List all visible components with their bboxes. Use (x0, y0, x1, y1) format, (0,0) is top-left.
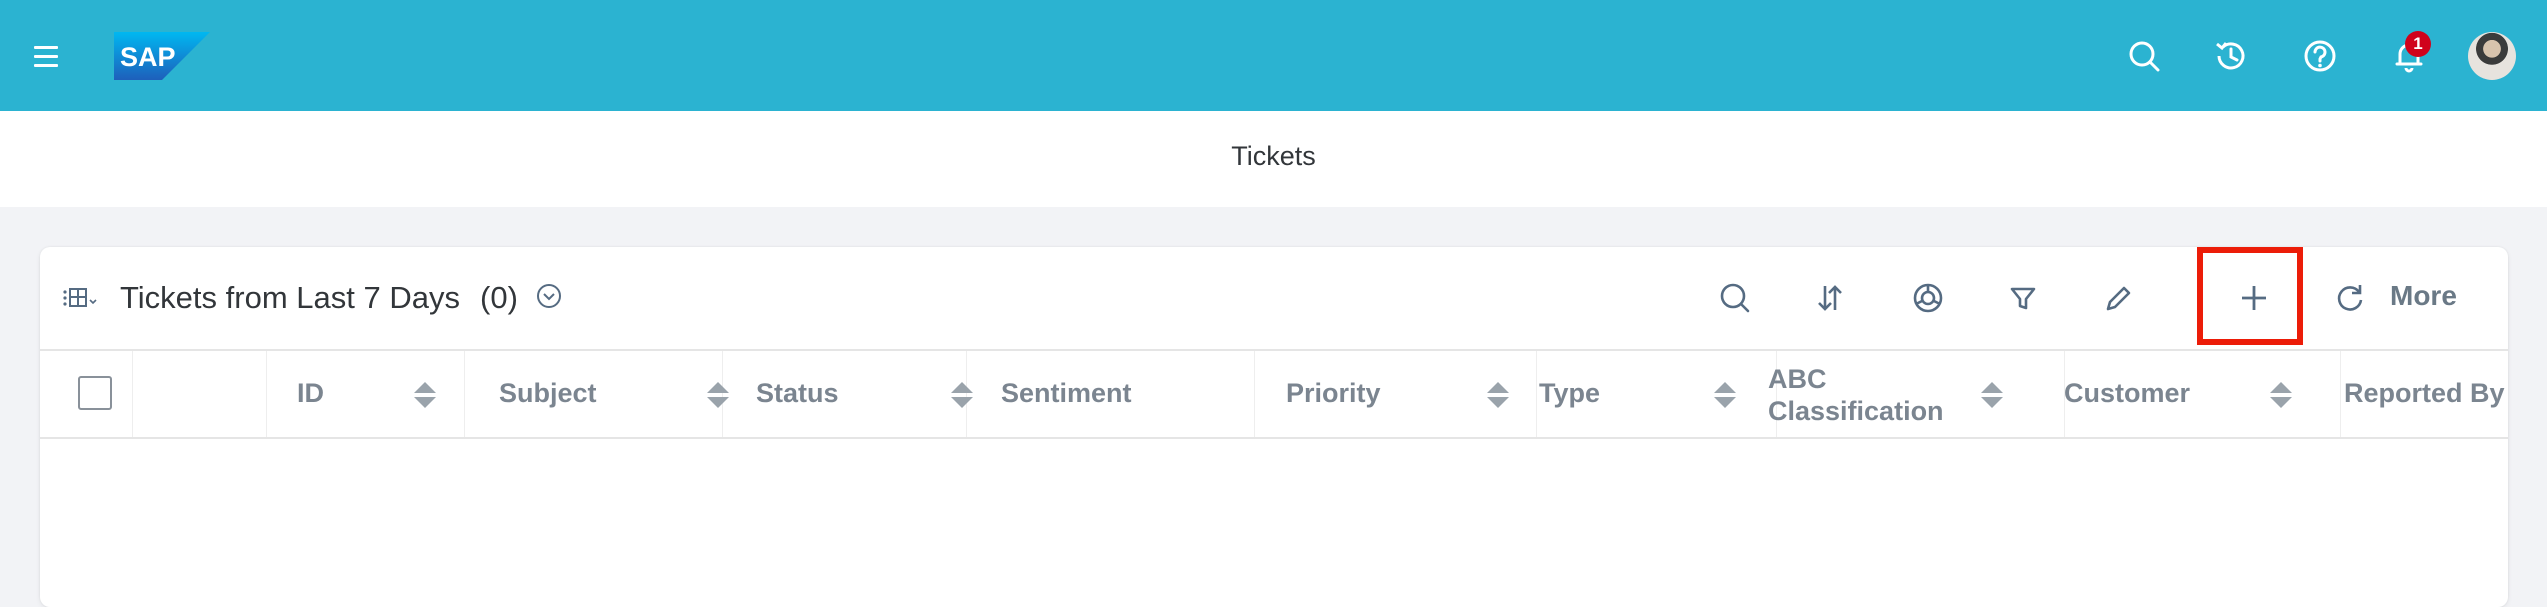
refresh-button[interactable] (2328, 276, 2372, 320)
refresh-icon (2337, 285, 2363, 311)
shell-bar: SAP 1 (0, 0, 2547, 111)
sort-icon (951, 382, 973, 408)
table-title: Tickets from Last 7 Days (120, 280, 460, 315)
sort-icon (2270, 382, 2292, 408)
column-header-subject[interactable]: Subject (499, 351, 739, 437)
sort-button[interactable] (1808, 276, 1852, 320)
column-separator (2340, 351, 2341, 437)
filter-button[interactable] (2001, 276, 2045, 320)
group-button[interactable] (1906, 276, 1950, 320)
help-icon[interactable] (2300, 36, 2340, 76)
edit-button[interactable] (2095, 276, 2139, 320)
table-header-row: ID Subject Status Sentiment Priority Typ… (40, 351, 2508, 439)
page-header: Tickets (0, 111, 2547, 207)
sort-icon (707, 382, 729, 408)
sap-logo[interactable]: SAP (114, 32, 210, 80)
column-header-priority[interactable]: Priority (1286, 351, 1526, 437)
column-separator (132, 351, 133, 437)
pencil-icon (2106, 286, 2131, 311)
group-icon (1913, 283, 1943, 313)
sort-icon (1487, 382, 1509, 408)
column-label: Customer (2064, 378, 2191, 408)
table-toolbar: Tickets from Last 7 Days (0) More (40, 247, 2508, 351)
column-header-status[interactable]: Status (756, 351, 996, 437)
page-title: Tickets (1231, 141, 1316, 171)
column-label: Type (1539, 378, 1601, 408)
tickets-table-card: Tickets from Last 7 Days (0) More ID Sub… (40, 247, 2508, 607)
column-label: Sentiment (1001, 378, 1132, 408)
add-button-highlight-box (2197, 247, 2303, 345)
hamburger-menu-button[interactable] (26, 40, 66, 74)
column-separator (266, 351, 267, 437)
column-header-customer[interactable]: Customer (2064, 351, 2314, 437)
chevron-down-circle-icon[interactable] (534, 281, 564, 311)
table-search-button[interactable] (1713, 276, 1757, 320)
sort-icon (1818, 285, 1842, 311)
search-icon[interactable] (2124, 36, 2164, 76)
column-separator (1536, 351, 1537, 437)
sort-icon (1714, 382, 1736, 408)
column-label: ABC Classification (1768, 364, 1944, 426)
column-label: Status (756, 378, 839, 408)
table-view-icon[interactable] (62, 283, 102, 313)
column-label: Subject (499, 378, 597, 408)
column-header-abc-classification[interactable]: ABC Classification (1768, 351, 2018, 437)
sort-icon (1981, 382, 2003, 408)
more-button[interactable]: More (2390, 280, 2457, 312)
column-header-id[interactable]: ID (297, 351, 497, 437)
select-all-checkbox[interactable] (78, 376, 112, 410)
column-label: ID (297, 378, 324, 408)
sort-icon (414, 382, 436, 408)
notification-count-badge: 1 (2405, 31, 2431, 57)
history-icon[interactable] (2211, 36, 2251, 76)
table-count: (0) (480, 280, 518, 315)
column-header-sentiment[interactable]: Sentiment (1001, 351, 1241, 437)
search-icon (1720, 283, 1750, 313)
svg-text:SAP: SAP (120, 42, 176, 72)
column-header-reported-by[interactable]: Reported By (2344, 351, 2508, 437)
column-separator (1254, 351, 1255, 437)
user-avatar[interactable] (2468, 32, 2516, 80)
column-label: Reported By (2344, 378, 2505, 408)
filter-icon (2010, 287, 2036, 310)
column-header-type[interactable]: Type (1539, 351, 1779, 437)
column-label: Priority (1286, 378, 1381, 408)
